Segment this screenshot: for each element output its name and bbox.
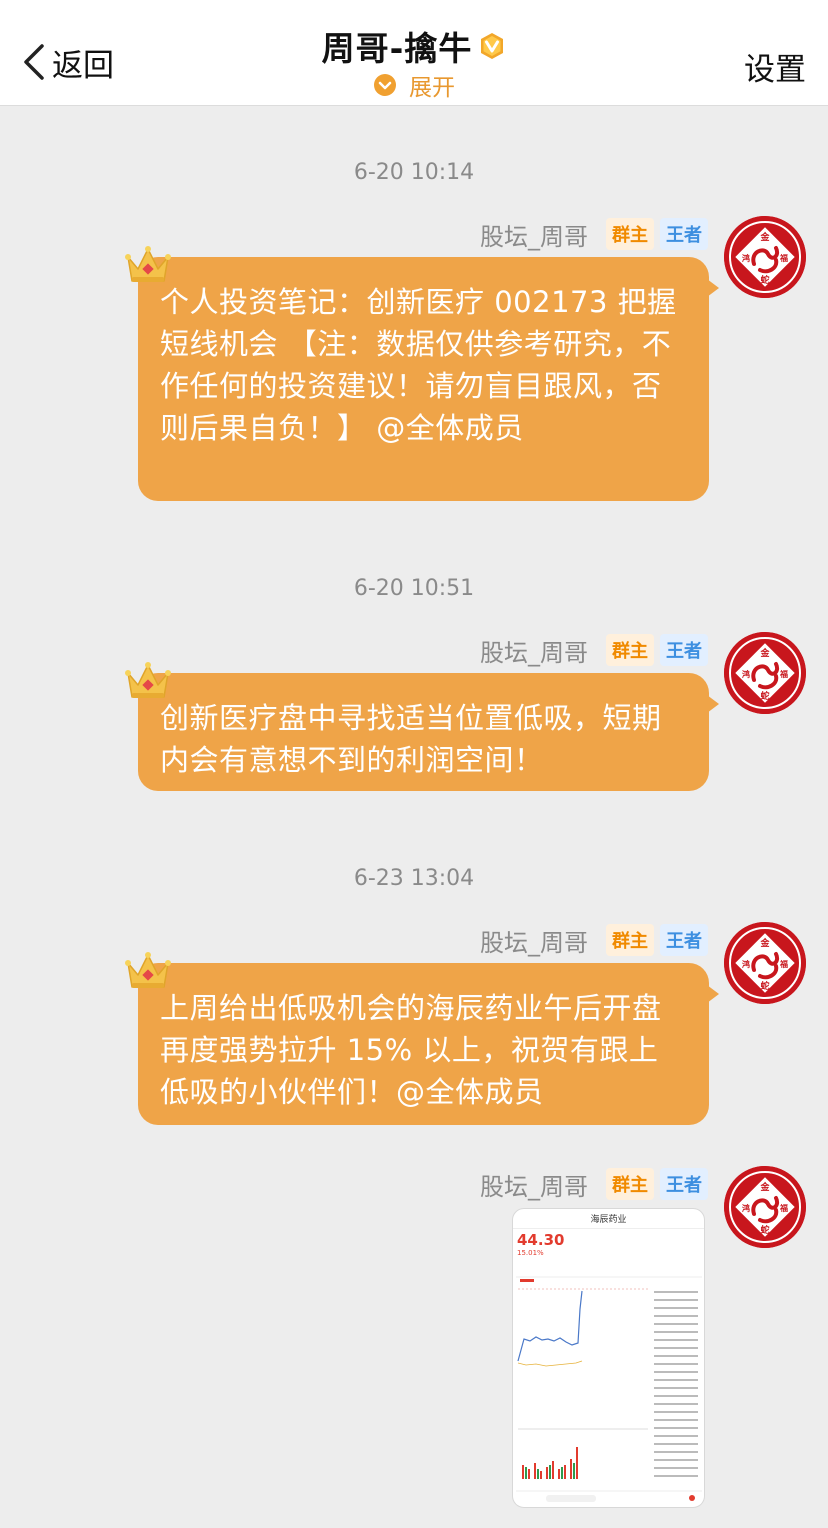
avatar-char-4: 蛇 — [760, 980, 769, 992]
owner-tag: 群主 — [606, 924, 654, 956]
avatar-char-1: 金 — [759, 231, 770, 243]
avatar-image: 金 鸿 福 蛇 — [724, 922, 806, 1004]
avatar-char-3: 福 — [779, 1203, 788, 1213]
screenshot-change: 15.01% — [517, 1249, 544, 1257]
crown-icon — [124, 949, 172, 993]
avatar[interactable]: 金 鸿 福 蛇 — [724, 216, 806, 298]
sender-meta: 股坛_周哥 群主 王者 — [480, 1168, 708, 1201]
image-message[interactable]: 海辰药业 44.30 15.01% — [512, 1208, 705, 1508]
level-tag: 王者 — [660, 218, 708, 250]
level-tag: 王者 — [660, 924, 708, 956]
avatar-image: 金 鸿 福 蛇 — [724, 216, 806, 298]
avatar-char-4: 蛇 — [760, 1224, 769, 1236]
owner-tag: 群主 — [606, 634, 654, 666]
crown-shape — [125, 662, 171, 698]
avatar[interactable]: 金 鸿 福 蛇 — [724, 1166, 806, 1248]
sender-meta: 股坛_周哥 群主 王者 — [480, 218, 708, 251]
sender-name: 股坛_周哥 — [480, 928, 588, 957]
avatar-char-2: 鸿 — [742, 669, 750, 679]
avatar-image: 金 鸿 福 蛇 — [724, 1166, 806, 1248]
message-bubble[interactable]: 个人投资笔记：创新医疗 002173 把握短线机会 【注：数据仅供参考研究，不作… — [138, 257, 719, 501]
owner-tag: 群主 — [606, 1168, 654, 1200]
avatar-char-4: 蛇 — [760, 690, 769, 702]
owner-tag: 群主 — [606, 218, 654, 250]
avatar-char-3: 福 — [779, 959, 788, 969]
avatar-char-2: 鸿 — [742, 1203, 750, 1213]
page-title: 周哥-擒牛 — [321, 29, 473, 68]
expand-label: 展开 — [409, 75, 455, 101]
avatar[interactable]: 金 鸿 福 蛇 — [724, 922, 806, 1004]
screenshot-price: 44.30 — [517, 1231, 565, 1249]
message-timestamp: 6-20 10:14 — [353, 160, 475, 185]
crown-icon — [124, 243, 172, 287]
crown-shape — [125, 246, 171, 282]
avatar-char-1: 金 — [759, 937, 770, 949]
avatar-char-2: 鸿 — [742, 959, 750, 969]
avatar-char-4: 蛇 — [760, 274, 769, 286]
sender-meta: 股坛_周哥 群主 王者 — [480, 924, 708, 957]
crown-shape — [125, 952, 171, 988]
avatar-char-3: 福 — [779, 253, 788, 263]
avatar-char-2: 鸿 — [742, 253, 750, 263]
avatar-char-1: 金 — [759, 1181, 770, 1193]
avatar-image: 金 鸿 福 蛇 — [724, 632, 806, 714]
expand-chevron-icon — [374, 74, 396, 96]
avatar[interactable]: 金 鸿 福 蛇 — [724, 632, 806, 714]
sender-meta: 股坛_周哥 群主 王者 — [480, 634, 708, 667]
sender-name: 股坛_周哥 — [480, 1172, 588, 1201]
top-bar: 返回 周哥-擒牛 展开 设置 — [0, 0, 828, 106]
screenshot-chart-image — [516, 1269, 702, 1505]
level-tag: 王者 — [660, 634, 708, 666]
message-timestamp: 6-20 10:51 — [353, 576, 475, 601]
message-bubble[interactable]: 上周给出低吸机会的海辰药业午后开盘再度强势拉升 15% 以上，祝贺有跟上低吸的小… — [138, 963, 719, 1125]
message-timestamp: 6-23 13:04 — [353, 866, 475, 891]
sender-name: 股坛_周哥 — [480, 638, 588, 667]
level-tag: 王者 — [660, 1168, 708, 1200]
sender-name: 股坛_周哥 — [480, 222, 588, 251]
verified-badge-icon — [481, 33, 504, 59]
screenshot-stock-title: 海辰药业 — [513, 1209, 704, 1229]
expand-toggle[interactable]: 展开 — [0, 68, 828, 102]
message-bubble[interactable]: 创新医疗盘中寻找适当位置低吸，短期内会有意想不到的利润空间！ — [138, 673, 719, 791]
crown-icon — [124, 659, 172, 703]
chat-title-area: 周哥-擒牛 — [0, 22, 828, 70]
settings-button[interactable]: 设置 — [744, 44, 806, 89]
avatar-char-1: 金 — [759, 647, 770, 659]
avatar-char-3: 福 — [779, 669, 788, 679]
